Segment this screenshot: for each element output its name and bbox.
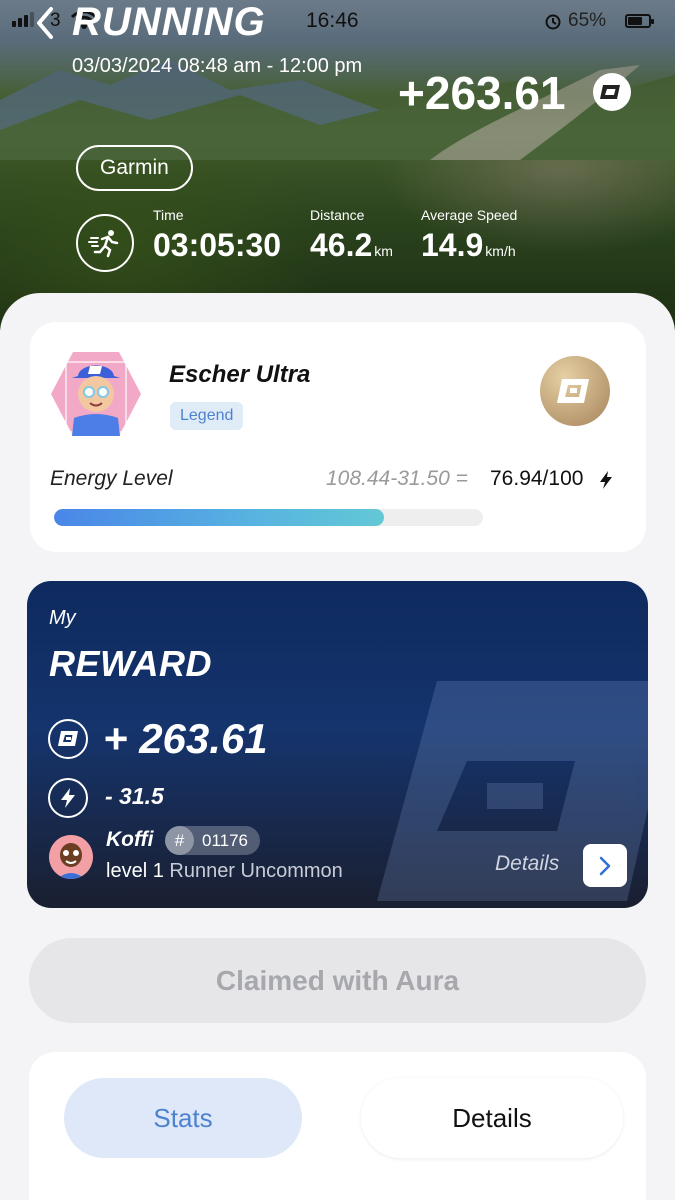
energy-level-label: Energy Level [50,467,173,490]
stat-value: 14.9 [421,227,484,263]
coin-icon [48,719,88,759]
reward-amount: + 263.61 [103,715,268,762]
reward-caption: My [49,607,76,629]
chevron-right-icon [599,856,611,875]
battery-icon [625,14,654,28]
source-badge: Garmin [76,145,193,191]
stat-label: Average Speed [421,207,518,223]
lightning-icon [48,778,88,818]
stat-label: Distance [310,207,365,223]
user-avatar[interactable] [50,350,142,438]
tab-details[interactable]: Details [361,1078,623,1158]
battery-percent: 65% [568,10,607,31]
rank-badge: Legend [170,402,244,430]
runner-level-number: level 1 [106,860,164,882]
energy-formula: 108.44-31.50 = [326,467,468,490]
lightning-icon [600,471,612,489]
coin-icon [593,73,631,111]
gold-coin-icon [540,356,610,426]
back-chevron-icon[interactable] [34,6,56,40]
user-name: Escher Ultra [169,361,311,388]
stat-time: Time 03:05:30 [153,207,283,264]
stat-value: 46.2 [310,227,373,263]
stat-distance: Distance 46.2 km [310,207,393,264]
page-title: RUNNING [72,0,266,44]
activity-date-range: 03/03/2024 08:48 am - 12:00 pm [72,55,363,77]
energy-cost: - 31.5 [105,783,164,809]
tabs-card: Stats Details [29,1052,646,1200]
stat-value: 03:05:30 [153,227,282,263]
stat-label: Time [153,207,184,223]
alarm-icon [545,14,561,30]
stat-unit: km/h [485,243,516,259]
hero-banner: 3 16:46 65% RUNNING 03/03/2024 08:48 am … [0,0,675,330]
running-man-icon [76,214,134,272]
status-time: 16:46 [306,9,359,32]
stat-unit: km [374,243,393,259]
signal-icon [12,12,34,27]
claimed-button[interactable]: Claimed with Aura [29,938,646,1023]
hash-icon: # [165,826,194,855]
runner-avatar[interactable] [49,835,93,879]
energy-value: 76.94/100 [490,467,584,490]
runner-name: Koffi [106,828,154,851]
tab-stats[interactable]: Stats [64,1078,302,1158]
reward-total: +263.61 [398,67,566,119]
details-link[interactable]: Details [495,852,559,876]
stat-average-speed: Average Speed 14.9 km/h [421,207,517,264]
runner-level: level 1 Runner Uncommon [106,860,343,883]
reward-card: My REWARD + 263.61 - 31.5 Koffi # 01176 … [27,581,648,908]
runner-class: Runner Uncommon [169,860,343,882]
details-button[interactable] [583,844,627,887]
reward-title: REWARD [49,643,212,684]
energy-progress-bar [54,509,483,526]
runner-id-badge: # 01176 [165,826,261,855]
runner-id: 01176 [202,830,249,850]
energy-progress-fill [54,509,385,526]
